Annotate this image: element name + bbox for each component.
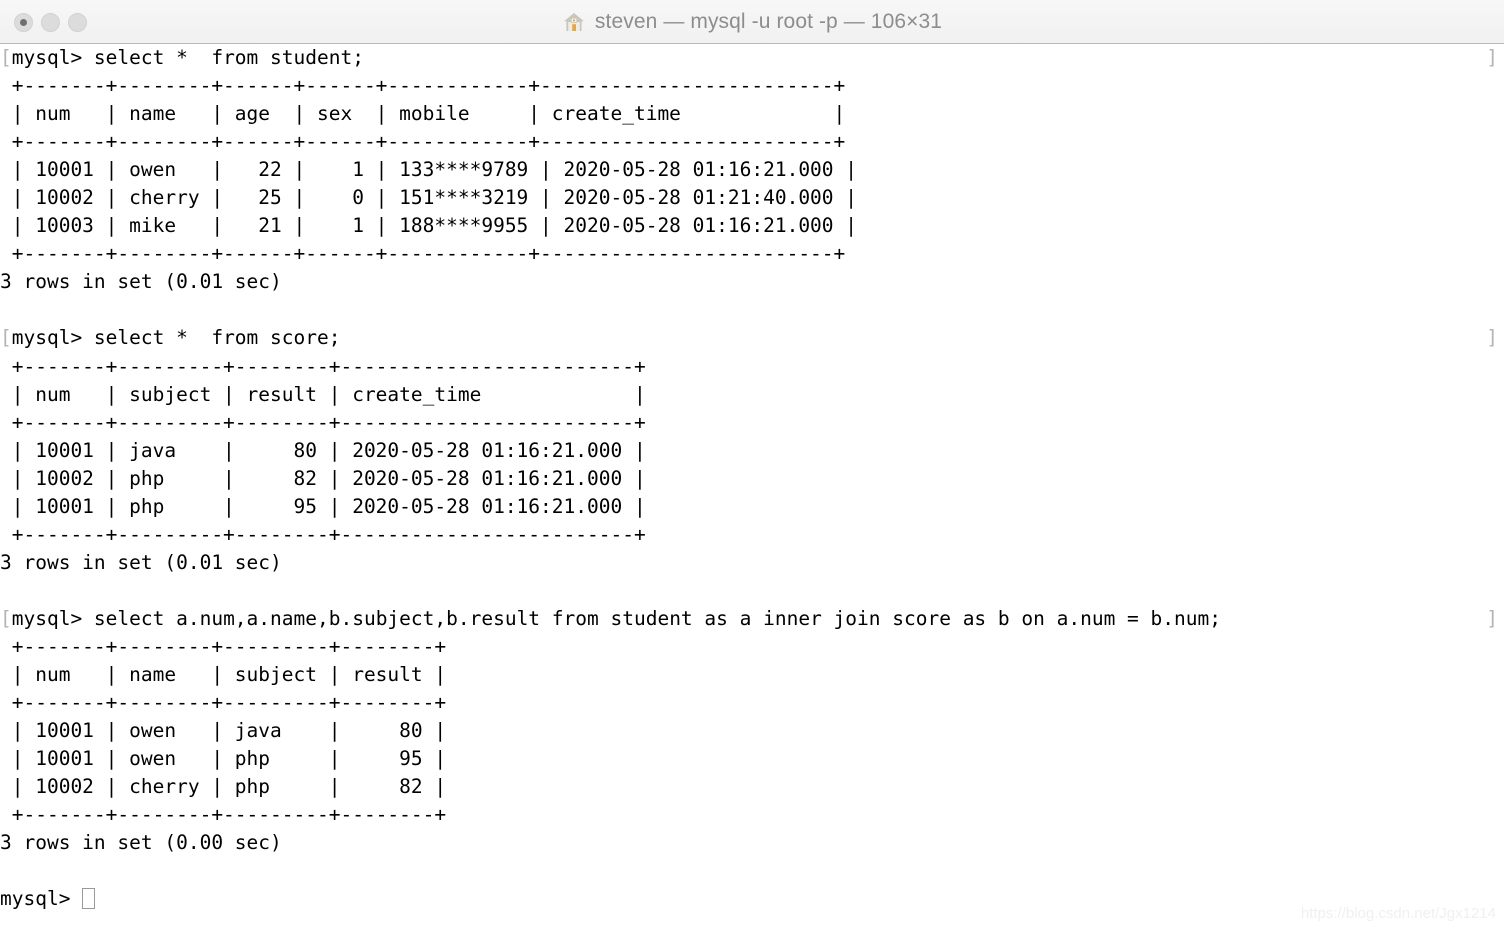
terminal-window: steven — mysql -u root -p — 106×31 [mysq… — [0, 0, 1504, 928]
terminal-output-line: +-------+--------+------+------+--------… — [0, 74, 846, 98]
terminal-line: +-------+--------+------+------+--------… — [0, 240, 1504, 268]
terminal-line: +-------+--------+---------+--------+ — [0, 633, 1504, 661]
minimize-button[interactable] — [41, 12, 60, 32]
terminal-output-line: | 10003 | mike | 21 | 1 | 188****9955 | … — [0, 214, 858, 238]
zoom-button[interactable] — [68, 12, 87, 32]
terminal-line: | 10001 | owen | 22 | 1 | 133****9789 | … — [0, 156, 1504, 184]
terminal-output-line: | 10001 | java | 80 | 2020-05-28 01:16:2… — [0, 438, 646, 462]
terminal-output-line: 3 rows in set (0.01 sec) — [0, 550, 282, 574]
terminal-line: | num | name | subject | result | — [0, 661, 1504, 689]
terminal-line: [mysql> select * from score;] — [0, 324, 1504, 352]
terminal-output[interactable]: [mysql> select * from student;] +-------… — [0, 44, 1504, 913]
terminal-line: mysql> — [0, 885, 1504, 913]
prompt-mark-open: [ — [0, 606, 12, 630]
window-title: steven — mysql -u root -p — 106×31 — [594, 10, 943, 33]
terminal-output-line: | 10002 | cherry | 25 | 0 | 151****3219 … — [0, 186, 858, 210]
terminal-body[interactable]: [mysql> select * from student;] +-------… — [0, 44, 1504, 928]
terminal-line: | 10001 | java | 80 | 2020-05-28 01:16:2… — [0, 437, 1504, 465]
watermark: https://blog.csdn.net/Jgx1214 — [1300, 905, 1496, 922]
terminal-output-line: | 10002 | cherry | php | 82 | — [0, 775, 447, 799]
terminal-line: +-------+---------+--------+------------… — [0, 409, 1504, 437]
terminal-line: 3 rows in set (0.01 sec) — [0, 268, 1504, 296]
terminal-line: +-------+--------+---------+--------+ — [0, 801, 1504, 829]
terminal-output-line: +-------+--------+---------+--------+ — [0, 803, 447, 827]
terminal-output-line: +-------+---------+--------+------------… — [0, 410, 646, 434]
terminal-line: [mysql> select * from student;] — [0, 44, 1504, 72]
prompt-mark-close: ] — [1486, 46, 1498, 69]
terminal-line: | num | subject | result | create_time | — [0, 381, 1504, 409]
terminal-output-line: | 10001 | owen | php | 95 | — [0, 747, 447, 771]
close-button[interactable] — [14, 12, 33, 32]
terminal-output-line: +-------+--------+------+------+--------… — [0, 130, 846, 154]
terminal-line: | 10003 | mike | 21 | 1 | 188****9955 | … — [0, 212, 1504, 240]
terminal-output-line: | num | name | subject | result | — [0, 663, 447, 687]
terminal-line: 3 rows in set (0.01 sec) — [0, 549, 1504, 577]
terminal-output-line: | 10001 | owen | 22 | 1 | 133****9789 | … — [0, 158, 858, 182]
prompt-mark-close: ] — [1486, 606, 1498, 630]
terminal-line: +-------+--------+---------+--------+ — [0, 689, 1504, 717]
terminal-line: | 10002 | cherry | php | 82 | — [0, 773, 1504, 801]
terminal-line: | 10001 | owen | php | 95 | — [0, 745, 1504, 773]
terminal-output-line: +-------+--------+---------+--------+ — [0, 634, 447, 658]
traffic-lights — [14, 0, 87, 44]
title-center: steven — mysql -u root -p — 106×31 — [0, 0, 1504, 44]
terminal-output-line: 3 rows in set (0.00 sec) — [0, 831, 282, 855]
text-cursor[interactable] — [82, 888, 96, 910]
terminal-output-line: | 10001 | owen | java | 80 | — [0, 719, 447, 743]
prompt-mark-open: [ — [0, 326, 12, 350]
terminal-line: +-------+---------+--------+------------… — [0, 353, 1504, 381]
terminal-output-line: | 10001 | php | 95 | 2020-05-28 01:16:21… — [0, 494, 646, 518]
terminal-output-line: | num | subject | result | create_time | — [0, 382, 646, 406]
terminal-line: [mysql> select a.num,a.name,b.subject,b.… — [0, 605, 1504, 633]
terminal-command: mysql> select * from score; — [11, 326, 341, 350]
prompt-mark-open: [ — [0, 46, 12, 69]
terminal-output-line: | num | name | age | sex | mobile | crea… — [0, 102, 846, 126]
terminal-output-line: +-------+--------+------+------+--------… — [0, 242, 846, 266]
terminal-line: 3 rows in set (0.00 sec) — [0, 829, 1504, 857]
home-icon — [563, 13, 584, 31]
prompt-mark-close: ] — [1486, 326, 1498, 350]
terminal-output-line: | 10002 | php | 82 | 2020-05-28 01:16:21… — [0, 466, 646, 490]
terminal-line: +-------+--------+------+------+--------… — [0, 72, 1504, 100]
terminal-line: | 10002 | cherry | 25 | 0 | 151****3219 … — [0, 184, 1504, 212]
terminal-prompt: mysql> — [0, 887, 83, 911]
terminal-output-line: +-------+---------+--------+------------… — [0, 354, 646, 378]
terminal-output-line: +-------+--------+---------+--------+ — [0, 691, 447, 715]
terminal-line: +-------+---------+--------+------------… — [0, 521, 1504, 549]
terminal-line: | 10001 | php | 95 | 2020-05-28 01:16:21… — [0, 493, 1504, 521]
terminal-line: | num | name | age | sex | mobile | crea… — [0, 100, 1504, 128]
title-bar[interactable]: steven — mysql -u root -p — 106×31 — [0, 0, 1504, 44]
terminal-command: mysql> select a.num,a.name,b.subject,b.r… — [11, 606, 1221, 630]
terminal-line: +-------+--------+------+------+--------… — [0, 128, 1504, 156]
terminal-output-line: +-------+---------+--------+------------… — [0, 522, 646, 546]
terminal-output-line: 3 rows in set (0.01 sec) — [0, 270, 282, 294]
terminal-line: | 10001 | owen | java | 80 | — [0, 717, 1504, 745]
terminal-command: mysql> select * from student; — [11, 46, 364, 69]
terminal-line: | 10002 | php | 82 | 2020-05-28 01:16:21… — [0, 465, 1504, 493]
